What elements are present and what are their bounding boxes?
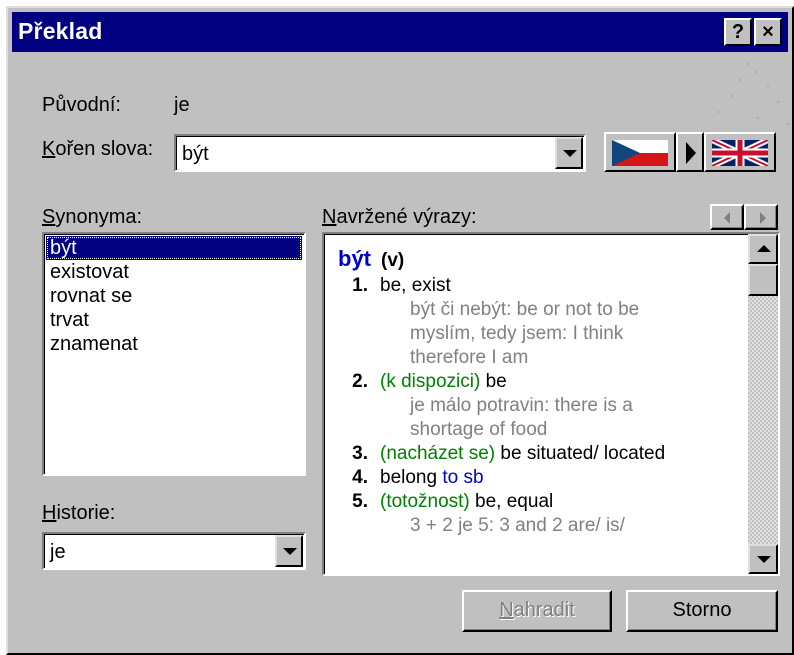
example-line: být či nebýt: be or not to be [410, 299, 640, 320]
original-label: Původní: [42, 94, 121, 116]
history-value: je [50, 541, 66, 563]
scroll-down-button[interactable] [748, 544, 778, 574]
translation-dialog: Překlad ? × Původní: je Kořen slova: být [6, 6, 794, 655]
sense-qualifier: (totožnost) [380, 491, 470, 512]
sense-number: 3. [352, 443, 368, 464]
arrow-right-small-icon [760, 212, 766, 224]
sense-line: 4. belong to sb [338, 466, 748, 490]
next-entry-button[interactable] [744, 204, 778, 230]
czech-flag-icon [612, 140, 668, 166]
part-of-speech: (v) [381, 250, 405, 271]
sense-extra: to sb [442, 467, 484, 488]
scroll-up-button[interactable] [748, 234, 778, 264]
replace-button-label: Nahradit [499, 599, 575, 621]
example-line: 3 + 2 je 5: 3 and 2 are/ is/ [410, 515, 625, 536]
dictionary-entry: být (v) 1. be, exist být či nebýt: be or no… [338, 244, 748, 538]
arrow-left-icon [724, 212, 730, 224]
synonyms-label: Synonyma: [42, 206, 143, 228]
headword: být [338, 246, 371, 271]
sense-line: 3. (nacházet se) be situated/ located [338, 442, 748, 466]
window-title: Překlad [18, 18, 103, 44]
synonyms-list[interactable]: být existovat rovnat se trvat znamenat [42, 232, 306, 476]
sense-translation: belong [380, 467, 438, 488]
sense-translation: be, equal [475, 491, 554, 512]
history-label: Historie: [42, 502, 116, 524]
sense-line: 5. (totožnost) be, equal [338, 490, 748, 514]
swap-direction-button[interactable] [676, 132, 704, 172]
synonym-item[interactable]: znamenat [46, 332, 302, 356]
replace-button[interactable]: Nahradit [462, 590, 612, 632]
sense-line: 1. be, exist [338, 274, 748, 298]
original-value: je [174, 94, 190, 116]
history-combo[interactable]: je [42, 532, 306, 570]
sense-translation: be, exist [380, 275, 451, 296]
sense-number: 1. [352, 275, 368, 296]
example-line: myslím, tedy jsem: I think [410, 323, 624, 344]
sense-number: 5. [352, 491, 368, 512]
synonym-item[interactable]: existovat [46, 260, 302, 284]
suggestions-view[interactable]: být (v) 1. be, exist být či nebýt: be or no… [322, 232, 780, 576]
synonym-item[interactable]: být [46, 236, 302, 260]
cancel-button-label: Storno [672, 599, 732, 621]
sense-translation: be situated/ located [500, 443, 666, 464]
prev-entry-button[interactable] [710, 204, 744, 230]
example-line: therefore I am [410, 347, 529, 368]
sense-line: 2. (k dispozici) be [338, 370, 748, 394]
sense-number: 4. [352, 467, 368, 488]
suggestions-scrollbar[interactable] [748, 234, 778, 574]
sense-qualifier: (nacházet se) [380, 443, 496, 464]
root-combo[interactable]: být [174, 134, 586, 172]
root-label: Kořen slova: [42, 138, 154, 160]
history-dropdown-button[interactable] [275, 535, 303, 567]
title-bar[interactable]: Překlad ? × [12, 12, 788, 52]
source-language-button[interactable] [604, 132, 676, 172]
example-line: shortage of food [410, 419, 548, 440]
example-line: je málo potravin: there is a [410, 395, 633, 416]
help-button[interactable]: ? [724, 18, 752, 46]
synonym-item[interactable]: trvat [46, 308, 302, 332]
root-dropdown-button[interactable] [555, 137, 583, 169]
target-language-button[interactable] [704, 132, 776, 172]
uk-flag-icon [712, 140, 768, 166]
close-button[interactable]: × [754, 18, 782, 46]
scroll-thumb[interactable] [748, 264, 778, 296]
root-value: být [182, 143, 209, 165]
arrow-right-icon [686, 142, 696, 164]
suggestions-label: Navržené výrazy: [322, 206, 477, 228]
synonym-item[interactable]: rovnat se [46, 284, 302, 308]
sense-qualifier: (k dispozici) [380, 371, 481, 392]
cancel-button[interactable]: Storno [626, 590, 778, 632]
sense-number: 2. [352, 371, 368, 392]
sense-translation: be [485, 371, 507, 392]
